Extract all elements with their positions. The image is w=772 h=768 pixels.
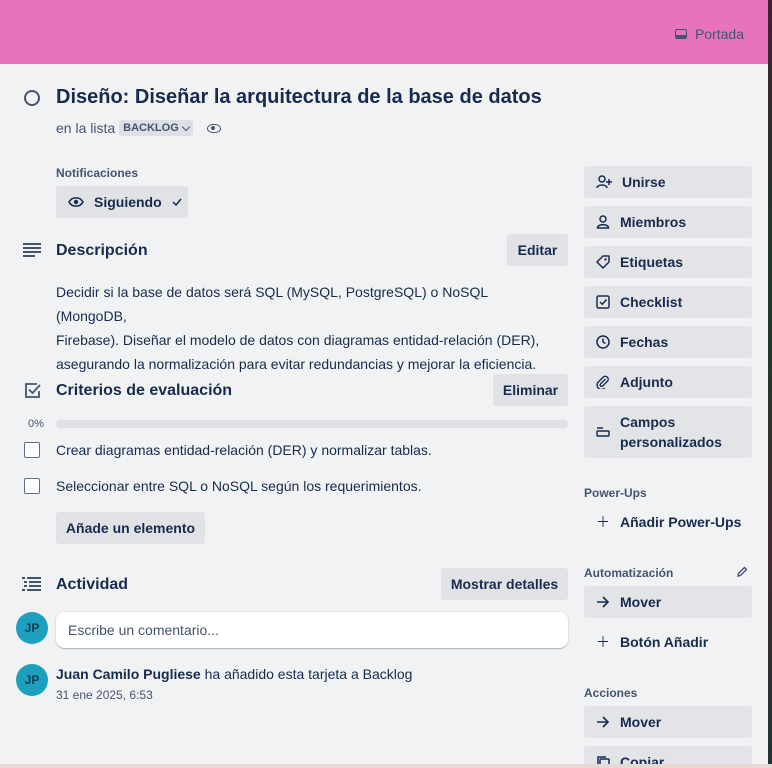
pencil-icon[interactable] — [736, 566, 748, 578]
clock-icon — [596, 335, 610, 349]
bottom-edge — [0, 764, 772, 768]
checklist-heading: Criterios de evaluación — [56, 382, 233, 399]
checklist-button-label: Checklist — [620, 294, 683, 310]
plus-icon: ＋ — [596, 634, 610, 650]
delete-checklist-button[interactable]: Eliminar — [493, 374, 568, 406]
activity-action: ha añadido esta tarjeta a Backlog — [204, 666, 413, 682]
add-member-icon — [596, 175, 612, 189]
members-button[interactable]: Miembros — [584, 206, 752, 238]
checkmark-icon — [172, 198, 182, 206]
members-button-label: Miembros — [620, 214, 687, 230]
progress-bar — [56, 420, 568, 428]
add-automation-button[interactable]: ＋ Botón Añadir — [584, 626, 752, 658]
custom-fields-label-line: Campos — [620, 414, 676, 430]
card-cover: Portada — [0, 0, 768, 64]
dates-button[interactable]: Fechas — [584, 326, 752, 358]
tag-icon — [596, 255, 610, 269]
card-detail-modal: Portada Diseño: Diseñar la arquitectura … — [0, 0, 768, 768]
actions-heading: Acciones — [584, 686, 638, 700]
description-line: asegurando la normalización para evitar … — [56, 356, 537, 372]
arrow-right-icon — [597, 716, 610, 728]
join-button[interactable]: Unirse — [584, 166, 752, 198]
activity-timestamp[interactable]: 31 ene 2025, 6:53 — [56, 688, 153, 702]
watching-eye-icon — [206, 123, 221, 133]
watch-button[interactable]: Siguiendo — [56, 186, 188, 218]
checklist-item-text[interactable]: Crear diagramas entidad-relación (DER) y… — [56, 442, 432, 458]
attachment-button-label: Adjunto — [620, 374, 673, 390]
activity-icon — [22, 577, 41, 591]
list-name: BACKLOG — [123, 122, 179, 134]
custom-fields-label: Campos personalizados — [620, 412, 722, 452]
powerups-heading: Power-Ups — [584, 486, 647, 500]
person-icon — [596, 215, 610, 229]
description-icon — [23, 243, 41, 257]
plus-icon: ＋ — [596, 514, 610, 530]
checklist-button[interactable]: Checklist — [584, 286, 752, 318]
eye-icon — [68, 197, 84, 207]
checklist-item-checkbox[interactable] — [24, 442, 40, 458]
description-text[interactable]: Decidir si la base de datos será SQL (My… — [56, 280, 556, 376]
watch-button-label: Siguiendo — [94, 194, 162, 210]
add-automation-label: Botón Añadir — [620, 634, 709, 650]
card-complete-circle-icon[interactable] — [24, 90, 40, 106]
automation-move-label: Mover — [620, 594, 662, 610]
join-button-label: Unirse — [622, 174, 666, 190]
cover-button[interactable]: Portada — [674, 26, 744, 42]
custom-fields-button[interactable]: Campos personalizados — [584, 406, 752, 458]
show-details-button[interactable]: Mostrar detalles — [441, 568, 568, 600]
in-list-prefix: en la lista — [56, 120, 116, 136]
attachment-button[interactable]: Adjunto — [584, 366, 752, 398]
edit-description-button[interactable]: Editar — [507, 234, 568, 266]
notifications-heading: Notificaciones — [56, 166, 139, 180]
checklist-item-checkbox[interactable] — [24, 478, 40, 494]
paperclip-icon — [596, 375, 609, 389]
checkbox-icon — [596, 295, 610, 309]
automation-heading: Automatización — [584, 566, 674, 580]
move-card-button[interactable]: Mover — [584, 706, 752, 738]
comment-input[interactable] — [56, 612, 568, 648]
description-line: Firebase). Diseñar el modelo de datos co… — [56, 332, 540, 348]
avatar[interactable]: JP — [16, 612, 48, 644]
list-selector[interactable]: BACKLOG — [119, 120, 193, 136]
activity-user-link[interactable]: Juan Camilo Pugliese — [56, 666, 201, 682]
progress-percent: 0% — [28, 418, 44, 430]
cover-icon — [674, 29, 687, 39]
description-heading: Descripción — [56, 242, 148, 259]
add-powerups-button[interactable]: ＋ Añadir Power-Ups — [584, 506, 752, 538]
arrow-right-icon — [597, 596, 610, 608]
chevron-down-icon — [181, 122, 191, 131]
automation-move-button[interactable]: Mover — [584, 586, 752, 618]
checklist-icon — [25, 383, 41, 398]
cover-button-label: Portada — [694, 26, 744, 42]
add-powerups-label: Añadir Power-Ups — [620, 514, 742, 530]
card-title[interactable]: Diseño: Diseñar la arquitectura de la ba… — [56, 86, 542, 109]
labels-button[interactable]: Etiquetas — [584, 246, 752, 278]
activity-entry: Juan Camilo Pugliese ha añadido esta tar… — [56, 666, 412, 682]
list-info: en la lista BACKLOG — [56, 120, 221, 136]
move-card-label: Mover — [620, 714, 662, 730]
dates-button-label: Fechas — [620, 334, 669, 350]
background-board-edge — [768, 0, 772, 768]
description-line: Decidir si la base de datos será SQL (My… — [56, 284, 488, 324]
custom-fields-label-line: personalizados — [620, 434, 722, 450]
avatar[interactable]: JP — [16, 664, 48, 696]
custom-fields-icon — [596, 427, 610, 437]
labels-button-label: Etiquetas — [620, 254, 684, 270]
add-checklist-item-button[interactable]: Añade un elemento — [56, 512, 205, 544]
checklist-item-text[interactable]: Seleccionar entre SQL o NoSQL según los … — [56, 478, 422, 494]
activity-heading: Actividad — [56, 576, 129, 593]
